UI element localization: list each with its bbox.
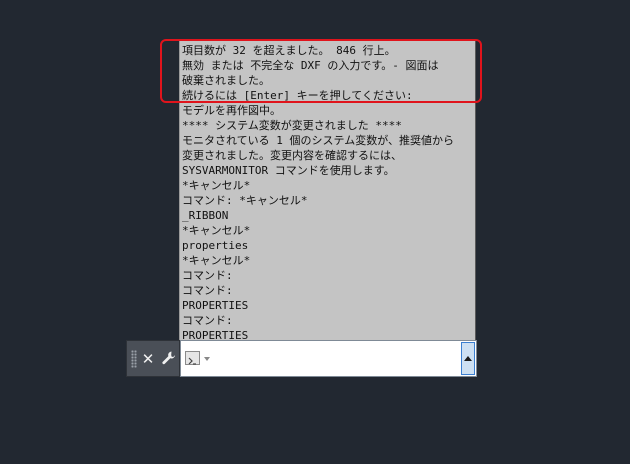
command-prompt-dropdown[interactable] — [185, 351, 213, 367]
grip-handle-icon[interactable] — [131, 350, 137, 368]
command-history-lines: 項目数が 32 を超えました。 846 行上。無効 または 不完全な DXF の… — [182, 43, 473, 340]
history-line: *キャンセル* — [182, 179, 251, 192]
history-toggle-button[interactable] — [461, 342, 475, 375]
history-line: 続けるには [Enter] キーを押してください: — [182, 89, 413, 102]
history-line: コマンド: *キャンセル* — [182, 194, 308, 207]
command-prompt-icon — [185, 351, 200, 365]
history-line: properties — [182, 239, 249, 252]
command-history-panel[interactable]: 項目数が 32 を超えました。 846 行上。無効 または 不完全な DXF の… — [179, 40, 476, 340]
history-line: コマンド: — [182, 284, 233, 297]
command-input[interactable] — [217, 349, 457, 369]
command-line-bar: ✕ — [126, 340, 477, 377]
history-line: **** システム変数が変更されました **** — [182, 119, 402, 132]
history-line: コマンド: — [182, 269, 233, 282]
chevron-down-icon — [204, 357, 210, 361]
history-line: 変更されました。変更内容を確認するには、 — [182, 149, 402, 162]
history-line: *キャンセル* — [182, 224, 251, 237]
history-line: モデルを再作図中。 — [182, 104, 281, 117]
history-line: コマンド: — [182, 314, 233, 327]
wrench-icon — [162, 351, 176, 365]
history-line: *キャンセル* — [182, 254, 251, 267]
history-line: PROPERTIES — [182, 329, 249, 340]
command-input-area — [180, 340, 477, 377]
customize-button[interactable] — [160, 349, 178, 369]
history-line: _RIBBON — [182, 209, 229, 222]
drawing-area: 項目数が 32 を超えました。 846 行上。無効 または 不完全な DXF の… — [0, 0, 630, 464]
close-button[interactable]: ✕ — [140, 349, 156, 369]
command-line-tools: ✕ — [126, 340, 180, 377]
history-line: PROPERTIES — [182, 299, 249, 312]
chevron-up-icon — [464, 356, 472, 361]
history-line: SYSVARMONITOR コマンドを使用します。 — [182, 164, 395, 177]
history-line: 破棄されました。 — [182, 74, 270, 87]
history-line: 無効 または 不完全な DXF の入力です。- 図面は — [182, 59, 439, 72]
close-icon: ✕ — [141, 350, 155, 368]
history-line: 項目数が 32 を超えました。 846 行上。 — [182, 44, 396, 57]
history-line: モニタされている 1 個のシステム変数が、推奨値から — [182, 134, 454, 147]
